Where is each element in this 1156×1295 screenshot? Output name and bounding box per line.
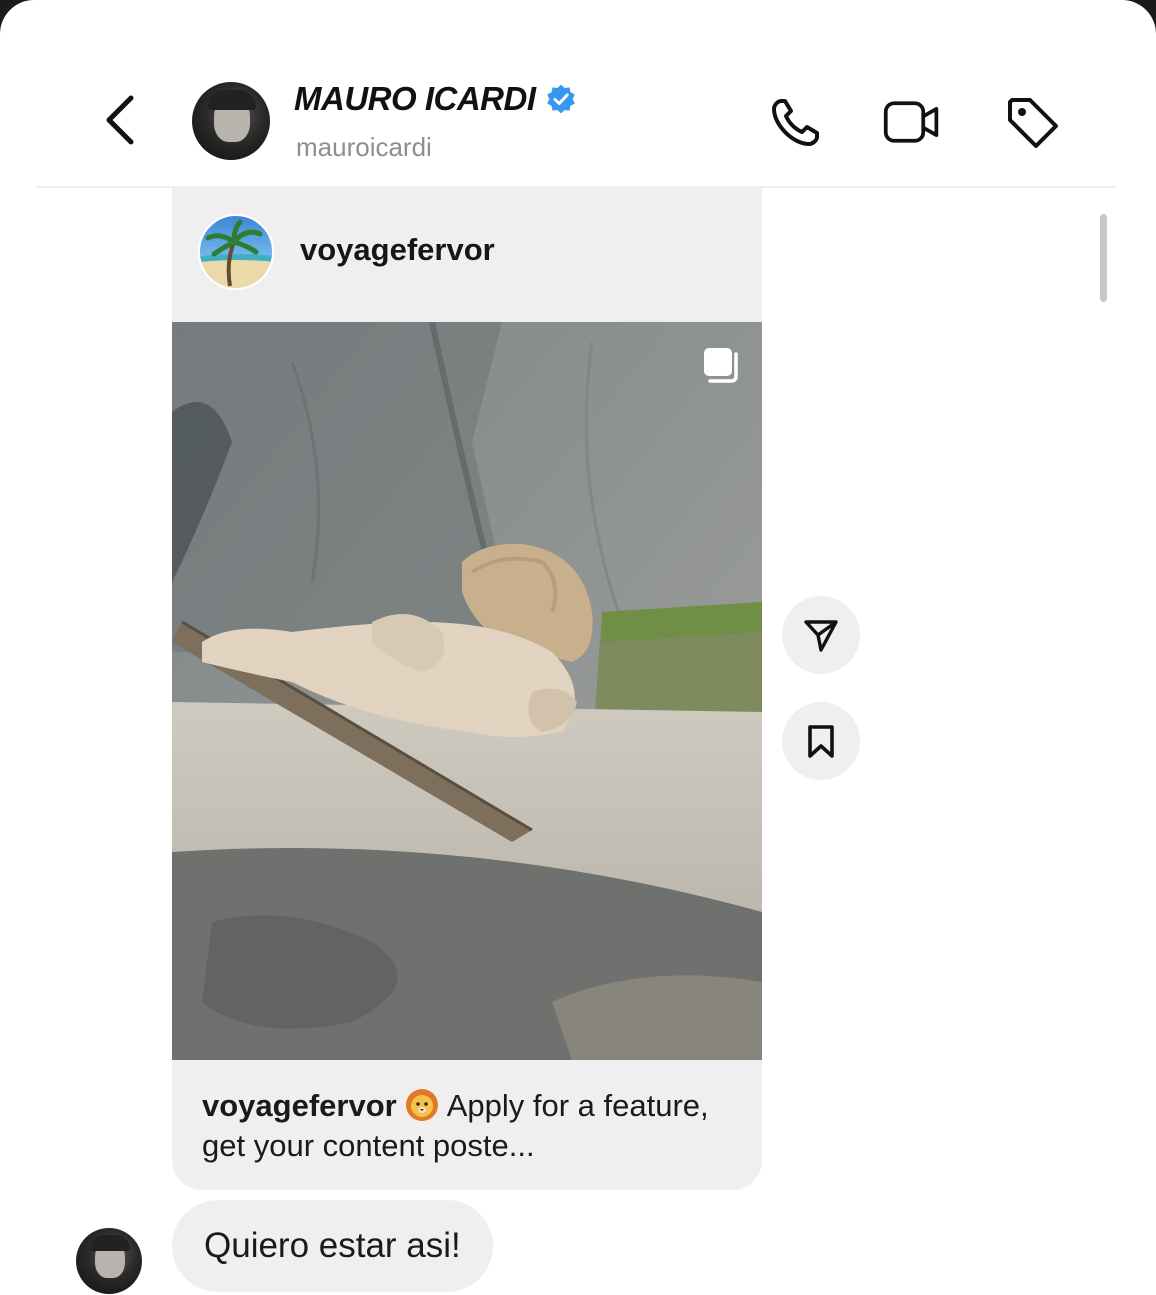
share-post-button[interactable] bbox=[782, 596, 860, 674]
video-camera-icon bbox=[883, 101, 939, 143]
shared-post-header[interactable]: voyagefervor bbox=[172, 188, 762, 322]
lions-photo bbox=[172, 322, 762, 1060]
save-post-button[interactable] bbox=[782, 702, 860, 780]
post-author-name[interactable]: voyagefervor bbox=[300, 232, 495, 268]
video-call-button[interactable] bbox=[882, 92, 942, 152]
beach-avatar-image bbox=[200, 219, 272, 288]
post-caption[interactable]: voyagefervor Apply for a feature, get yo… bbox=[202, 1086, 742, 1166]
call-button[interactable] bbox=[766, 92, 826, 152]
phone-icon bbox=[772, 99, 819, 146]
post-author-avatar[interactable] bbox=[198, 214, 274, 290]
tag-button[interactable] bbox=[1002, 92, 1062, 152]
lion-emoji-icon bbox=[405, 1089, 438, 1121]
paper-plane-icon bbox=[804, 620, 838, 652]
scroll-indicator[interactable] bbox=[1100, 214, 1107, 302]
shared-post-card[interactable]: voyagefervor voyagefervor Apply for a fe… bbox=[172, 188, 762, 1190]
caption-username: voyagefervor bbox=[202, 1088, 397, 1123]
tag-icon bbox=[1008, 98, 1058, 148]
thread-header: MAURO ICARDI mauroicardi bbox=[36, 60, 1116, 188]
verified-badge-icon bbox=[547, 84, 576, 114]
sender-avatar[interactable] bbox=[76, 1228, 142, 1294]
post-photo[interactable] bbox=[172, 322, 762, 1060]
dm-thread-sheet: MAURO ICARDI mauroicardi voyagefervor vo… bbox=[0, 0, 1156, 1295]
message-bubble[interactable]: Quiero estar asi! bbox=[172, 1200, 493, 1292]
chevron-left-icon bbox=[106, 95, 134, 145]
contact-display-name: MAURO ICARDI bbox=[294, 80, 536, 117]
message-text: Quiero estar asi! bbox=[204, 1226, 461, 1265]
contact-username[interactable]: mauroicardi bbox=[296, 132, 432, 163]
bookmark-icon bbox=[808, 725, 834, 758]
multiple-media-icon bbox=[704, 348, 738, 383]
contact-name-row[interactable]: MAURO ICARDI bbox=[294, 80, 577, 118]
back-button[interactable] bbox=[100, 90, 140, 150]
contact-avatar[interactable] bbox=[192, 82, 270, 160]
